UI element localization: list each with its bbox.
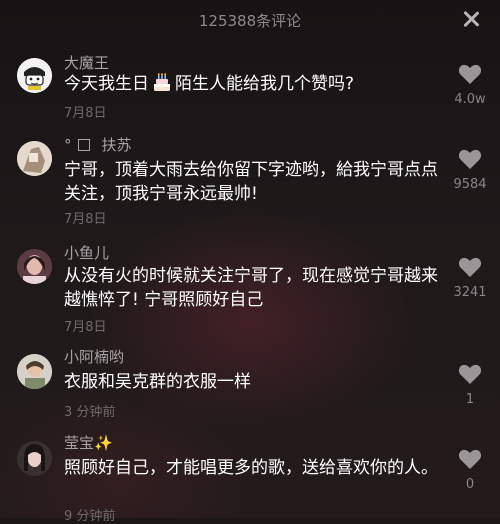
sparkle-icon: ✨ [94, 434, 113, 452]
comment-item: 小阿楠哟 衣服和吴克群的衣服一样 3 分钟前 1 [0, 346, 500, 420]
comment-text: 宁哥，顶着大雨去给你留下字迹哟，給我宁哥点点关注，顶我宁哥永远最帅! [64, 160, 438, 204]
like-count: 9584 [453, 177, 487, 192]
username[interactable]: 大魔王 [64, 52, 109, 73]
like-count: 1 [465, 392, 475, 407]
heart-icon [458, 364, 482, 384]
comment-time: 9 分钟前 [64, 509, 116, 524]
heart-icon [458, 64, 482, 84]
username[interactable]: ° 扶苏 [64, 134, 132, 155]
username-text: 莹宝 [64, 434, 95, 452]
comment-item: 大魔王 今天我生日 陌生人能给我几个赞吗? 7月8日 4.0w [0, 52, 500, 122]
heart-icon [458, 449, 482, 469]
comment-count-title: 125388条评论 [198, 12, 302, 30]
like-button[interactable]: 3241 [440, 256, 500, 300]
comment-item: ° 扶苏 宁哥，顶着大雨去给你留下字迹哟，給我宁哥点点关注，顶我宁哥永远最帅! 7… [0, 134, 500, 227]
comment-item: 莹宝✨ 照顾好自己，才能唱更多的歌，送给喜欢你的人。 9 分钟前 0 [0, 432, 500, 524]
comment-time: 7月8日 [64, 212, 107, 227]
comment-time: 7月8日 [64, 320, 107, 335]
like-button[interactable]: 9584 [440, 148, 500, 192]
avatar[interactable] [17, 58, 52, 93]
comment-text: 今天我生日 陌生人能给我几个赞吗? [64, 72, 449, 96]
username[interactable]: 小鱼儿 [64, 242, 109, 263]
comment-text: 从没有火的时候就关注宁哥了，现在感觉宁哥越来越憔悴了! 宁哥照顾好自己 [64, 266, 438, 310]
like-count: 4.0w [454, 92, 486, 107]
birthday-cake-icon [154, 73, 170, 91]
like-count: 3241 [453, 285, 487, 300]
like-button[interactable]: 1 [440, 363, 500, 407]
comment-text-part: 今天我生日 [64, 74, 149, 94]
avatar[interactable] [17, 441, 52, 476]
comment-text-part: 陌生人能给我几个赞吗? [175, 74, 355, 94]
like-button[interactable]: 0 [440, 448, 500, 492]
comment-text: 照顾好自己，才能唱更多的歌，送给喜欢你的人。 [64, 458, 438, 478]
avatar[interactable] [17, 249, 52, 284]
username[interactable]: 小阿楠哟 [64, 346, 124, 367]
like-count: 0 [465, 477, 475, 492]
heart-icon [458, 149, 482, 169]
comment-text: 衣服和吴克群的衣服一样 [64, 372, 251, 392]
comment-time: 3 分钟前 [64, 405, 116, 420]
comment-item: 小鱼儿 从没有火的时候就关注宁哥了，现在感觉宁哥越来越憔悴了! 宁哥照顾好自己 … [0, 242, 500, 335]
comment-time: 7月8日 [64, 106, 107, 121]
close-icon[interactable] [460, 8, 482, 30]
like-button[interactable]: 4.0w [440, 63, 500, 107]
avatar[interactable] [17, 141, 52, 176]
box-glyph [77, 139, 90, 151]
username-text: 扶苏 [101, 136, 132, 154]
comments-header: 125388条评论 [0, 0, 500, 40]
heart-icon [458, 257, 482, 277]
username[interactable]: 莹宝✨ [64, 432, 113, 453]
avatar[interactable] [17, 354, 52, 389]
username-prefix: ° [64, 136, 72, 154]
